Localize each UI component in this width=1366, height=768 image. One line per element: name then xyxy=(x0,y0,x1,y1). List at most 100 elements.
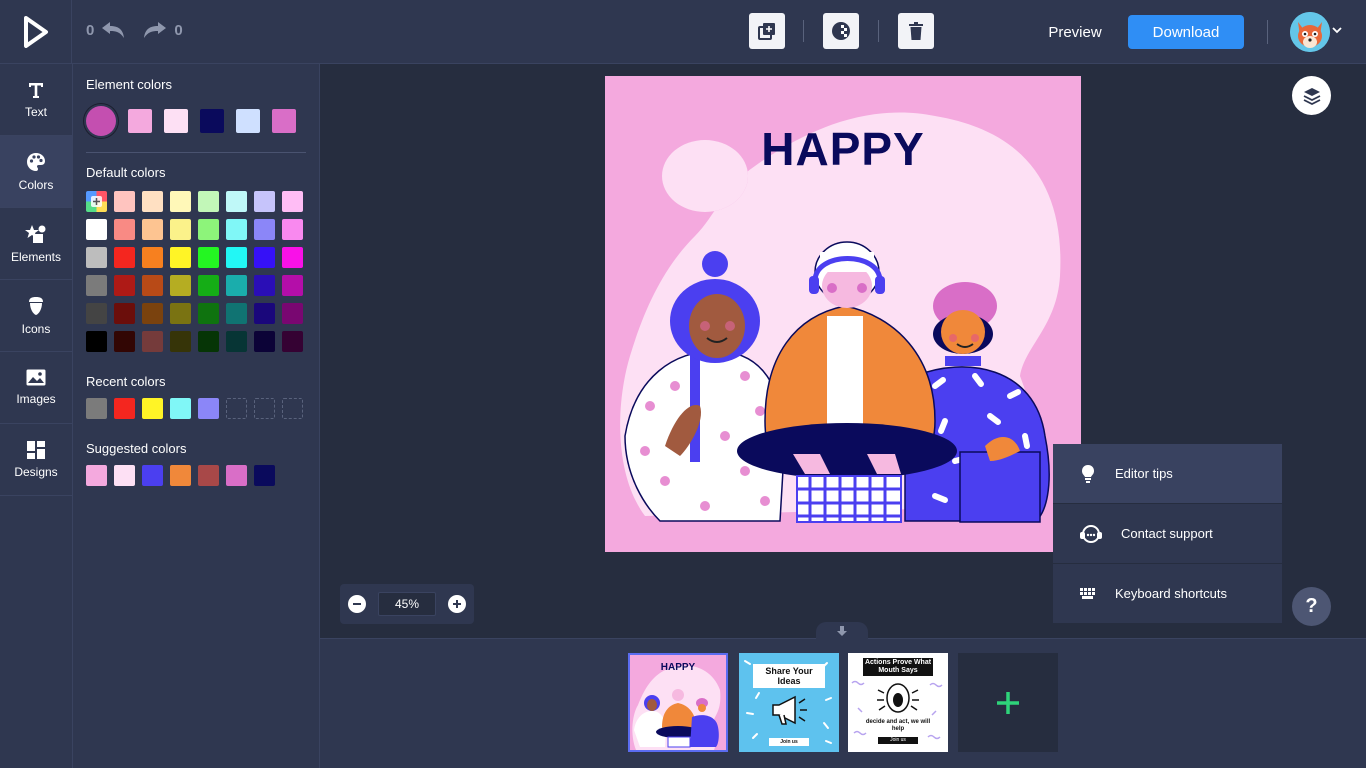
zoom-value[interactable]: 45% xyxy=(378,592,436,616)
default-color-swatch[interactable] xyxy=(86,219,107,240)
default-color-swatch[interactable] xyxy=(142,275,163,296)
add-page-button[interactable] xyxy=(958,653,1058,752)
default-color-swatch[interactable] xyxy=(282,275,303,296)
element-color-swatch[interactable] xyxy=(164,109,188,133)
default-color-swatch[interactable] xyxy=(226,303,247,324)
default-color-swatch[interactable] xyxy=(114,191,135,212)
recent-color-swatch[interactable] xyxy=(86,398,107,419)
suggested-color-swatch[interactable] xyxy=(226,465,247,486)
design-canvas[interactable]: HAPPY xyxy=(605,76,1081,552)
recent-color-swatch[interactable] xyxy=(142,398,163,419)
nav-label: Designs xyxy=(14,464,58,479)
suggested-color-swatch[interactable] xyxy=(254,465,275,486)
user-avatar[interactable] xyxy=(1290,12,1330,52)
help-item-editor-tips[interactable]: Editor tips xyxy=(1053,444,1282,504)
nav-colors[interactable]: Colors xyxy=(0,136,72,208)
default-color-swatch[interactable] xyxy=(254,303,275,324)
default-color-swatch[interactable] xyxy=(254,331,275,352)
help-item-contact-support[interactable]: Contact support xyxy=(1053,504,1282,564)
download-button[interactable]: Download xyxy=(1128,15,1244,49)
default-color-swatch[interactable] xyxy=(142,331,163,352)
default-color-swatch[interactable] xyxy=(198,275,219,296)
recent-color-swatch[interactable] xyxy=(198,398,219,419)
preview-button[interactable]: Preview xyxy=(1036,15,1114,49)
default-color-swatch[interactable] xyxy=(142,303,163,324)
redo-icon[interactable] xyxy=(142,20,168,40)
default-color-swatch[interactable] xyxy=(254,219,275,240)
suggested-color-swatch[interactable] xyxy=(142,465,163,486)
help-item-keyboard-shortcuts[interactable]: Keyboard shortcuts xyxy=(1053,564,1282,624)
element-color-swatch[interactable] xyxy=(128,109,152,133)
help-button[interactable]: ? xyxy=(1292,587,1331,626)
default-color-swatch[interactable] xyxy=(170,219,191,240)
element-color-swatch[interactable] xyxy=(200,109,224,133)
default-color-swatch[interactable] xyxy=(86,303,107,324)
duplicate-button[interactable] xyxy=(749,13,785,49)
collapse-strip-button[interactable] xyxy=(816,622,868,640)
default-color-swatch[interactable] xyxy=(282,247,303,268)
recent-color-swatch[interactable] xyxy=(170,398,191,419)
default-color-swatch[interactable] xyxy=(226,275,247,296)
nav-elements[interactable]: Elements xyxy=(0,208,72,280)
shouting-face-icon xyxy=(877,683,919,713)
default-color-swatch[interactable] xyxy=(254,191,275,212)
default-color-swatch[interactable] xyxy=(282,331,303,352)
headset-icon xyxy=(1080,524,1102,543)
default-color-swatch[interactable] xyxy=(170,191,191,212)
default-color-swatch[interactable] xyxy=(114,303,135,324)
default-color-swatch[interactable] xyxy=(86,275,107,296)
default-color-swatch[interactable] xyxy=(226,191,247,212)
nav-images[interactable]: Images xyxy=(0,352,72,424)
undo-icon[interactable] xyxy=(100,20,126,40)
nav-designs[interactable]: Designs xyxy=(0,424,72,496)
default-color-swatch[interactable] xyxy=(86,247,107,268)
default-color-swatch[interactable] xyxy=(254,275,275,296)
default-color-swatch[interactable] xyxy=(198,191,219,212)
default-color-swatch[interactable] xyxy=(254,247,275,268)
default-color-swatch[interactable] xyxy=(142,219,163,240)
transparency-button[interactable] xyxy=(823,13,859,49)
page-thumbnail-3[interactable]: Actions Prove What Mouth Says decide and… xyxy=(848,653,948,752)
page-thumbnail-1[interactable]: HAPPY xyxy=(628,653,728,752)
default-color-swatch[interactable] xyxy=(142,247,163,268)
default-color-swatch[interactable] xyxy=(170,303,191,324)
default-color-swatch[interactable] xyxy=(226,219,247,240)
default-color-swatch[interactable] xyxy=(114,247,135,268)
suggested-color-swatch[interactable] xyxy=(198,465,219,486)
default-color-swatch[interactable] xyxy=(282,303,303,324)
default-color-swatch[interactable] xyxy=(198,303,219,324)
default-color-swatch[interactable] xyxy=(114,331,135,352)
zoom-in-button[interactable] xyxy=(448,595,466,613)
layers-button[interactable] xyxy=(1292,76,1331,115)
default-color-swatch[interactable] xyxy=(114,275,135,296)
default-color-swatch[interactable] xyxy=(282,219,303,240)
custom-color-picker[interactable] xyxy=(86,191,107,212)
default-color-swatch[interactable] xyxy=(198,219,219,240)
element-color-swatch[interactable] xyxy=(236,109,260,133)
default-color-swatch[interactable] xyxy=(170,331,191,352)
nav-icons[interactable]: Icons xyxy=(0,280,72,352)
default-color-swatch[interactable] xyxy=(282,191,303,212)
element-color-swatch[interactable] xyxy=(272,109,296,133)
suggested-color-swatch[interactable] xyxy=(86,465,107,486)
default-color-swatch[interactable] xyxy=(226,331,247,352)
default-color-swatch[interactable] xyxy=(198,247,219,268)
zoom-out-button[interactable] xyxy=(348,595,366,613)
default-color-swatch[interactable] xyxy=(142,191,163,212)
default-color-swatch[interactable] xyxy=(198,331,219,352)
default-color-swatch[interactable] xyxy=(226,247,247,268)
default-color-swatch[interactable] xyxy=(170,275,191,296)
default-color-swatch[interactable] xyxy=(86,331,107,352)
default-color-swatch[interactable] xyxy=(114,219,135,240)
nav-text[interactable]: Text xyxy=(0,64,72,136)
element-color-swatch-selected[interactable] xyxy=(86,106,116,136)
page-thumbnail-2[interactable]: Share Your Ideas Join us xyxy=(739,653,839,752)
suggested-color-swatch[interactable] xyxy=(170,465,191,486)
canvas-title[interactable]: HAPPY xyxy=(605,122,1081,176)
delete-button[interactable] xyxy=(898,13,934,49)
recent-color-swatch[interactable] xyxy=(114,398,135,419)
suggested-color-swatch[interactable] xyxy=(114,465,135,486)
app-logo[interactable] xyxy=(0,0,72,64)
chevron-down-icon[interactable] xyxy=(1332,26,1342,34)
default-color-swatch[interactable] xyxy=(170,247,191,268)
